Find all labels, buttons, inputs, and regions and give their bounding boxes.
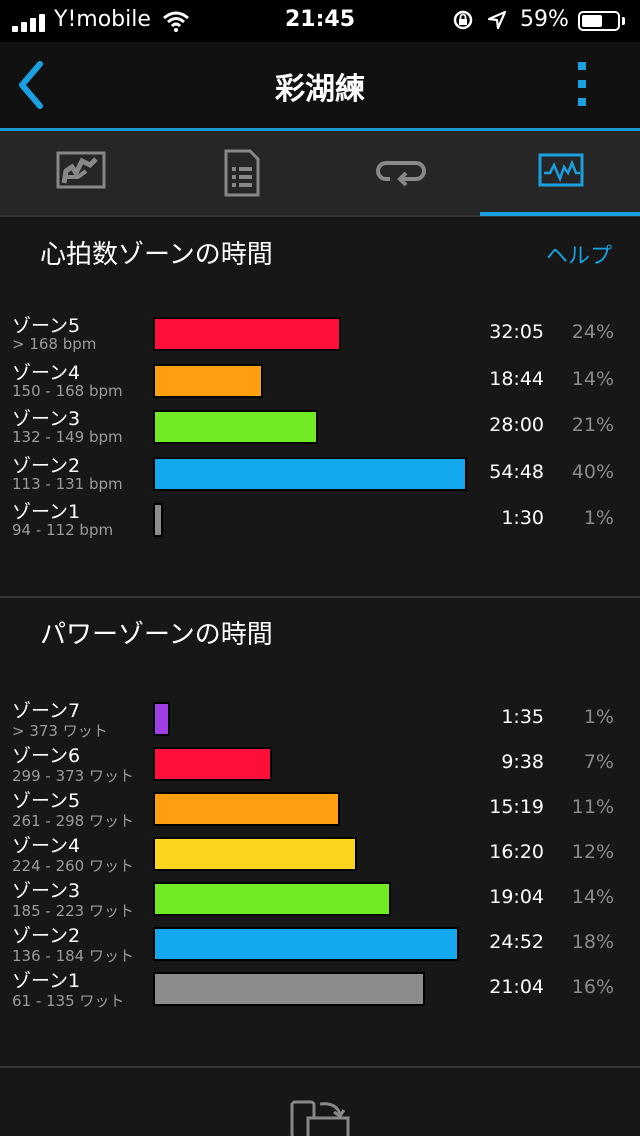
zone-name: ゾーン1 — [12, 970, 81, 992]
tab-laps[interactable] — [320, 131, 480, 215]
zone-time: 1:35 — [501, 706, 544, 728]
zone-percent: 24% — [571, 321, 614, 343]
zone-percent: 21% — [571, 414, 614, 436]
battery-icon — [578, 11, 620, 31]
active-tab-indicator — [480, 212, 640, 216]
rotation-lock-icon — [453, 10, 473, 30]
zone-bar — [153, 882, 391, 916]
zone-name: ゾーン3 — [12, 880, 81, 902]
zone-name: ゾーン3 — [12, 408, 81, 430]
tab-bar — [0, 131, 640, 215]
zone-bar — [153, 317, 341, 351]
zone-name: ゾーン5 — [12, 315, 81, 337]
zone-range: 224 - 260 ワット — [12, 857, 134, 875]
zone-time: 18:44 — [489, 367, 544, 390]
zone-percent: 1% — [583, 507, 614, 529]
zone-time: 9:38 — [501, 751, 544, 773]
zone-bar — [153, 747, 272, 781]
zone-time: 28:00 — [489, 414, 544, 436]
zone-range: > 373 ワット — [12, 722, 108, 740]
zone-row: ゾーン1 61 - 135 ワット 21:04 16% — [0, 970, 640, 1016]
zone-row: ゾーン5 > 168 bpm 32:05 24% — [0, 315, 640, 361]
hr-section-title: 心拍数ゾーンの時間 — [40, 240, 273, 270]
tab-map[interactable] — [0, 131, 160, 215]
zone-percent: 1% — [583, 706, 614, 728]
section-divider — [0, 596, 640, 598]
zone-percent: 18% — [571, 931, 614, 953]
zone-range: 261 - 298 ワット — [12, 812, 134, 830]
zone-percent: 14% — [571, 886, 614, 908]
zone-range: 113 - 131 bpm — [12, 474, 123, 493]
zone-range: > 168 bpm — [12, 335, 97, 353]
zone-time: 54:48 — [489, 460, 544, 483]
zone-bar — [153, 503, 163, 537]
zone-range: 132 - 149 bpm — [12, 428, 123, 446]
zone-range: 61 - 135 ワット — [12, 992, 125, 1010]
zone-bar — [153, 702, 170, 736]
laps-loop-icon — [376, 161, 426, 187]
device-sync-icon[interactable] — [288, 1098, 352, 1136]
zone-row: ゾーン2 136 - 184 ワット 24:52 18% — [0, 925, 640, 971]
zone-range: 136 - 184 ワット — [12, 947, 134, 965]
zone-name: ゾーン2 — [12, 925, 81, 947]
zone-bar — [153, 927, 459, 961]
zone-row: ゾーン7 > 373 ワット 1:35 1% — [0, 700, 640, 746]
zone-bar — [153, 410, 318, 444]
zone-row: ゾーン5 261 - 298 ワット 15:19 11% — [0, 790, 640, 836]
section-divider — [0, 1066, 640, 1068]
zone-row: ゾーン4 224 - 260 ワット 16:20 12% — [0, 835, 640, 881]
zone-time: 32:05 — [489, 321, 544, 343]
help-link[interactable]: ヘルプ — [546, 238, 612, 270]
zone-name: ゾーン1 — [12, 501, 81, 523]
zone-time: 21:04 — [489, 976, 544, 998]
zone-percent: 12% — [571, 841, 614, 863]
zone-row: ゾーン4 150 - 168 bpm 18:44 14% — [0, 362, 640, 408]
page-title: 彩湖練 — [275, 72, 365, 107]
zone-name: ゾーン5 — [12, 790, 81, 812]
zone-row: ゾーン1 94 - 112 bpm 1:30 1% — [0, 501, 640, 547]
zone-range: 94 - 112 bpm — [12, 521, 114, 539]
zone-name: ゾーン7 — [12, 700, 81, 722]
zone-bar — [153, 837, 357, 871]
zone-time: 19:04 — [489, 886, 544, 908]
zone-percent: 7% — [583, 751, 614, 773]
zone-row: ゾーン3 185 - 223 ワット 19:04 14% — [0, 880, 640, 926]
zone-name: ゾーン6 — [12, 745, 81, 767]
zone-bar — [153, 456, 467, 491]
zone-name: ゾーン2 — [12, 454, 81, 477]
zone-row: ゾーン2 113 - 131 bpm 54:48 40% — [0, 455, 640, 501]
zone-row: ゾーン6 299 - 373 ワット 9:38 7% — [0, 745, 640, 791]
location-icon — [487, 10, 507, 30]
zone-time: 1:30 — [501, 507, 544, 529]
zone-bar — [153, 792, 340, 826]
chart-pulse-icon — [538, 153, 584, 187]
zone-time: 24:52 — [489, 931, 544, 953]
zone-range: 150 - 168 bpm — [12, 381, 123, 400]
power-section-title: パワーゾーンの時間 — [40, 620, 273, 650]
zone-row: ゾーン3 132 - 149 bpm 28:00 21% — [0, 408, 640, 454]
zone-percent: 14% — [571, 367, 614, 390]
zone-bar — [153, 363, 263, 398]
status-bar: Y!mobile 21:45 59% — [0, 0, 640, 42]
more-menu-button[interactable] — [568, 60, 598, 110]
zone-name: ゾーン4 — [12, 835, 81, 857]
tab-details[interactable] — [160, 131, 320, 215]
battery-percent: 59% — [520, 7, 569, 32]
document-list-icon — [224, 149, 260, 197]
zone-range: 299 - 373 ワット — [12, 767, 134, 785]
map-icon — [56, 151, 106, 189]
nav-bar: 彩湖練 — [0, 42, 640, 128]
zone-percent: 40% — [571, 460, 614, 483]
zone-percent: 11% — [571, 796, 614, 818]
zone-percent: 16% — [571, 976, 614, 998]
zone-bar — [153, 972, 425, 1006]
zone-time: 16:20 — [489, 841, 544, 863]
zone-time: 15:19 — [489, 796, 544, 818]
zone-name: ゾーン4 — [12, 361, 81, 384]
tab-charts[interactable] — [480, 131, 640, 215]
zone-range: 185 - 223 ワット — [12, 902, 134, 920]
